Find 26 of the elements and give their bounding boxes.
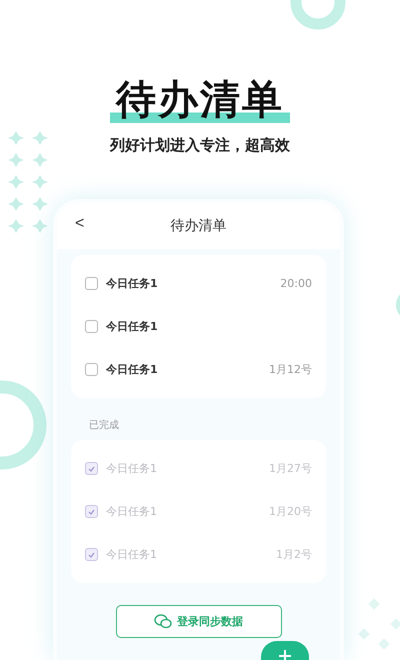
task-title: 今日任务1 [106,461,158,476]
task-due: 20:00 [280,277,312,290]
checkbox[interactable] [85,320,98,333]
checkbox[interactable] [85,277,98,290]
task-title: 今日任务1 [106,276,159,291]
section-label: 已完成 [89,418,119,432]
task-due: 1月20号 [269,504,312,519]
subtitle: 列好计划进入专注，超高效 [110,136,290,155]
task-due: 1月2号 [276,547,312,562]
plus-icon [279,650,291,660]
back-button[interactable]: < [71,215,88,233]
screen-title: 待办清单 [170,217,226,235]
task-due: 1月27号 [269,461,312,476]
checkbox[interactable] [85,363,98,376]
check-icon [88,466,95,472]
checkbox[interactable] [85,548,98,561]
chat-icon [154,614,172,629]
check-icon [88,552,95,558]
checkbox[interactable] [85,462,98,475]
task-title: 今日任务1 [106,362,159,377]
task-title: 今日任务1 [106,319,159,334]
task-due: 1月12号 [269,362,312,377]
task-title: 今日任务1 [106,504,158,519]
checkbox[interactable] [85,505,98,518]
task-title: 今日任务1 [106,547,158,562]
check-icon [88,508,95,514]
